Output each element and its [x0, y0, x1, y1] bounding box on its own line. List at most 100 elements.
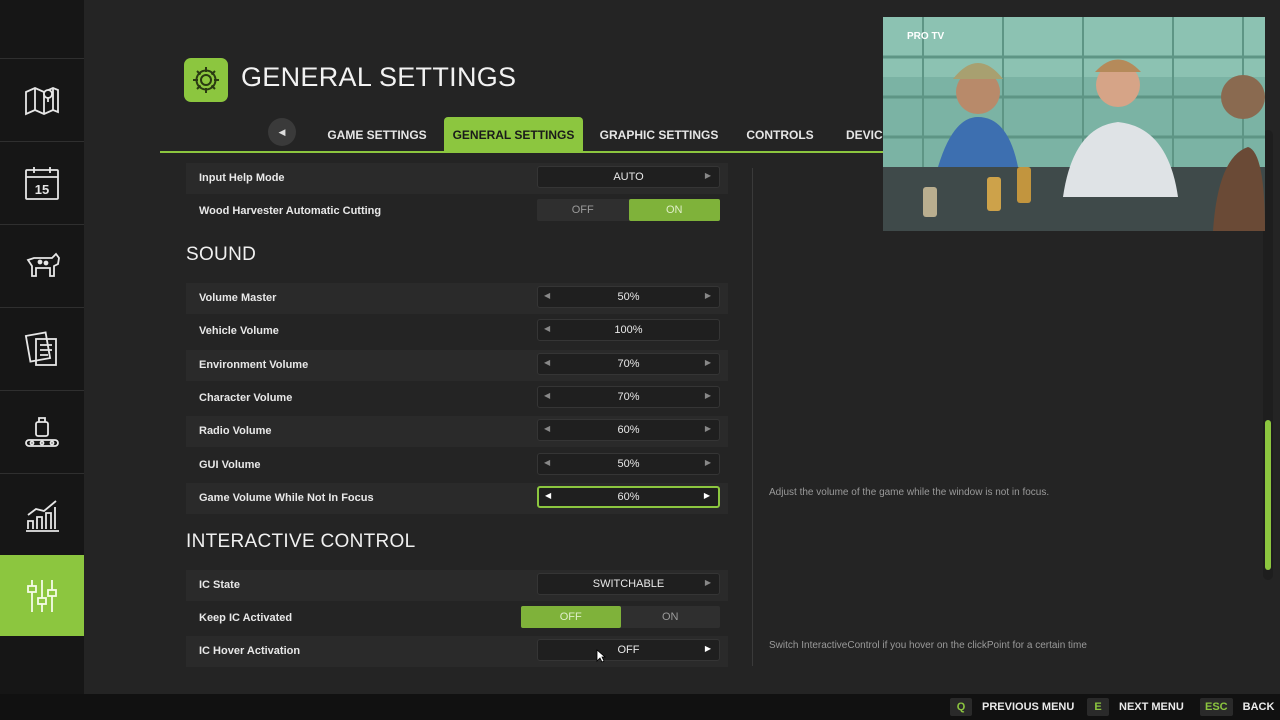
arrow-right-icon[interactable]: ▶	[705, 424, 711, 433]
selector-value: 50%	[617, 291, 640, 303]
input-help-mode-selector[interactable]: AUTO ▶	[537, 166, 720, 188]
setting-row-vehicle-volume: Vehicle Volume ◀ 100%	[186, 316, 728, 347]
help-text-volume: Adjust the volume of the game while the …	[769, 487, 1050, 498]
scrollbar-thumb[interactable]	[1265, 420, 1271, 570]
sidebar-item-settings[interactable]	[0, 555, 90, 636]
mouse-cursor-icon	[596, 649, 606, 663]
sidebar-item-animals[interactable]	[0, 224, 84, 306]
setting-label: Vehicle Volume	[199, 325, 279, 337]
gui-volume-selector[interactable]: ◀ 50% ▶	[537, 453, 720, 475]
selector-value: 70%	[617, 391, 640, 403]
video-overlay: PRO TV	[883, 17, 1265, 231]
production-icon	[25, 416, 59, 447]
selector-value: OFF	[617, 644, 640, 656]
tab-graphic-settings[interactable]: GRAPHIC SETTINGS	[594, 117, 724, 152]
tab-general-settings[interactable]: GENERAL SETTINGS	[444, 117, 583, 152]
sidebar: 15	[0, 0, 90, 694]
wood-harvester-toggle[interactable]: OFF ON	[537, 199, 720, 221]
toggle-off-option[interactable]: OFF	[521, 606, 621, 628]
next-menu-label: NEXT MENU	[1119, 701, 1184, 713]
key-q: Q	[950, 698, 972, 716]
ic-state-selector[interactable]: SWITCHABLE ▶	[537, 573, 720, 595]
setting-row-radio-volume: Radio Volume ◀ 60% ▶	[186, 416, 728, 447]
selector-value: 60%	[617, 491, 640, 503]
animals-icon	[26, 252, 60, 277]
toggle-on-option[interactable]: ON	[621, 606, 721, 628]
next-menu-button[interactable]: E NEXT MENU	[1087, 698, 1184, 716]
arrow-right-icon[interactable]: ▶	[704, 491, 710, 500]
keep-ic-activated-toggle[interactable]: OFF ON	[521, 606, 720, 628]
tab-underline	[160, 151, 900, 153]
setting-row-keep-ic-activated: Keep IC Activated OFF ON	[186, 603, 728, 634]
volume-master-selector[interactable]: ◀ 50% ▶	[537, 286, 720, 308]
setting-label: GUI Volume	[199, 459, 261, 471]
page-title: GENERAL SETTINGS	[241, 62, 517, 92]
tab-device[interactable]: DEVICE	[838, 117, 885, 152]
setting-label: IC Hover Activation	[199, 645, 301, 657]
radio-volume-selector[interactable]: ◀ 60% ▶	[537, 419, 720, 441]
game-volume-not-focus-selector[interactable]: ◀ 60% ▶	[537, 486, 720, 508]
toggle-off-option[interactable]: OFF	[537, 199, 629, 221]
tab-bar: GAME SETTINGS GENERAL SETTINGS GRAPHIC S…	[0, 117, 900, 153]
setting-row-wood-harvester: Wood Harvester Automatic Cutting OFF ON	[186, 196, 728, 227]
environment-volume-selector[interactable]: ◀ 70% ▶	[537, 353, 720, 375]
selector-value: 60%	[617, 424, 640, 436]
sidebar-item-contracts[interactable]	[0, 307, 84, 389]
help-divider	[752, 168, 753, 666]
calendar-icon: 15	[25, 166, 59, 200]
setting-label: Keep IC Activated	[199, 612, 293, 624]
sidebar-item-production[interactable]	[0, 390, 84, 472]
ic-hover-activation-selector[interactable]: OFF ▶	[537, 639, 720, 661]
bottom-bar: Q PREVIOUS MENU E NEXT MENU ESC BACK	[0, 694, 1280, 720]
setting-label: Wood Harvester Automatic Cutting	[199, 205, 382, 217]
help-text-ic-hover: Switch InteractiveControl if you hover o…	[769, 640, 1087, 651]
setting-label: Volume Master	[199, 292, 277, 304]
setting-row-environment-volume: Environment Volume ◀ 70% ▶	[186, 350, 728, 381]
tab-controls[interactable]: CONTROLS	[738, 117, 822, 152]
sidebar-item-calendar[interactable]: 15	[0, 141, 84, 223]
setting-row-game-volume-not-focus: Game Volume While Not In Focus ◀ 60% ▶	[186, 483, 728, 514]
previous-menu-label: PREVIOUS MENU	[982, 701, 1075, 713]
channel-logo: PRO TV	[907, 31, 945, 42]
setting-label: Input Help Mode	[199, 172, 285, 184]
gear-icon	[193, 67, 219, 93]
setting-row-character-volume: Character Volume ◀ 70% ▶	[186, 383, 728, 414]
settings-sliders-icon	[27, 579, 57, 612]
setting-label: Radio Volume	[199, 425, 272, 437]
key-e: E	[1087, 698, 1109, 716]
previous-menu-button[interactable]: Q PREVIOUS MENU	[950, 698, 1074, 716]
vehicle-volume-selector[interactable]: ◀ 100%	[537, 319, 720, 341]
tab-prev-button[interactable]: ◀	[268, 118, 296, 146]
setting-label: IC State	[199, 579, 240, 591]
chevron-left-icon: ◀	[278, 126, 286, 137]
tab-game-settings[interactable]: GAME SETTINGS	[318, 117, 436, 152]
setting-row-ic-state: IC State SWITCHABLE ▶	[186, 570, 728, 601]
arrow-right-icon[interactable]: ▶	[705, 578, 711, 587]
section-heading-sound: SOUND	[186, 244, 257, 265]
selector-value: AUTO	[613, 171, 644, 183]
setting-row-gui-volume: GUI Volume ◀ 50% ▶	[186, 450, 728, 481]
arrow-right-icon[interactable]: ▶	[705, 458, 711, 467]
toggle-on-option[interactable]: ON	[628, 199, 720, 221]
setting-row-input-help-mode: Input Help Mode AUTO ▶	[186, 163, 728, 194]
selector-value: 70%	[617, 358, 640, 370]
character-volume-selector[interactable]: ◀ 70% ▶	[537, 386, 720, 408]
setting-label: Game Volume While Not In Focus	[199, 492, 374, 504]
selector-value: 50%	[617, 458, 640, 470]
setting-row-volume-master: Volume Master ◀ 50% ▶	[186, 283, 728, 314]
sidebar-item-statistics[interactable]	[0, 473, 84, 555]
arrow-right-icon[interactable]: ▶	[705, 291, 711, 300]
map-icon	[25, 86, 59, 115]
page-title-icon	[184, 58, 228, 102]
back-button[interactable]: ESC BACK	[1200, 698, 1274, 716]
statistics-icon	[26, 499, 59, 532]
setting-label: Environment Volume	[199, 359, 309, 371]
arrow-right-icon[interactable]: ▶	[705, 391, 711, 400]
arrow-right-icon[interactable]: ▶	[705, 644, 711, 653]
arrow-right-icon[interactable]: ▶	[705, 358, 711, 367]
section-heading-interactive-control: INTERACTIVE CONTROL	[186, 531, 416, 552]
arrow-right-icon[interactable]: ▶	[705, 171, 711, 180]
setting-row-ic-hover-activation: IC Hover Activation OFF ▶	[186, 636, 728, 667]
key-esc: ESC	[1200, 698, 1233, 716]
selector-value: 100%	[614, 324, 643, 336]
